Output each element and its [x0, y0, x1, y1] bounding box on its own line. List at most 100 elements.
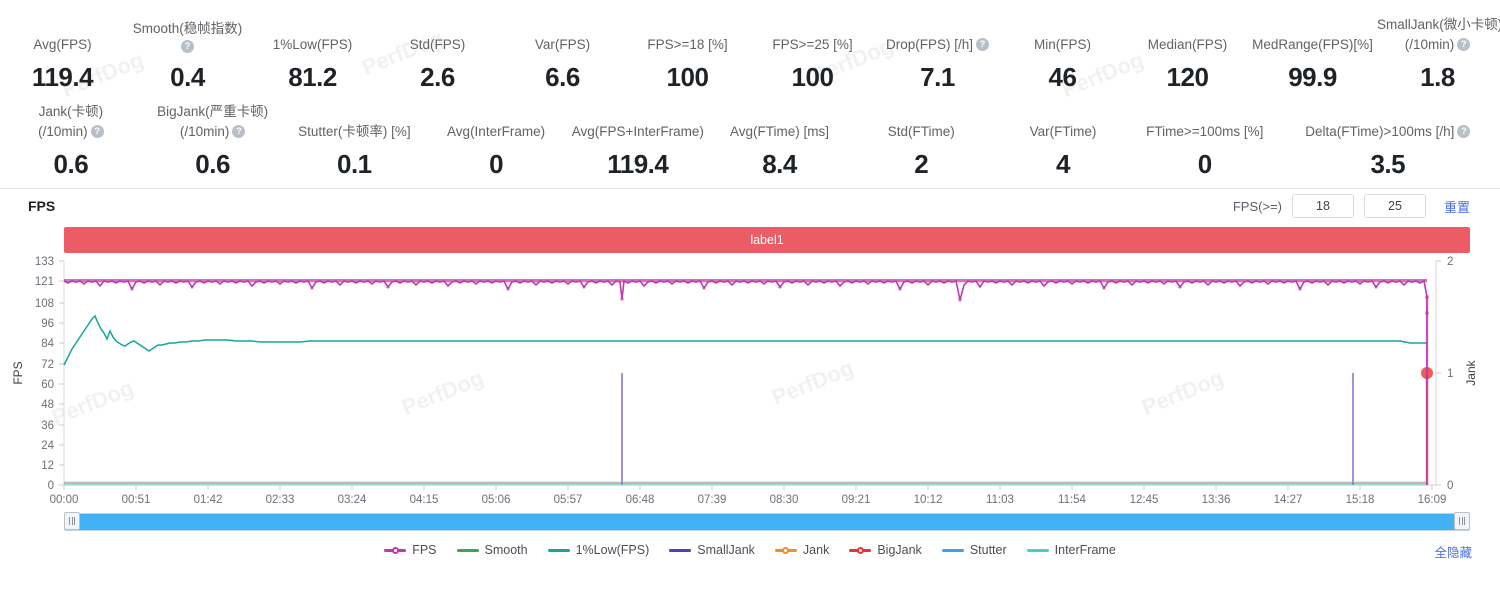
metric-label: SmallJank(微小卡顿) (/10min)? [1377, 16, 1500, 53]
metric-label: MedRange(FPS)[%] [1252, 36, 1373, 53]
svg-text:07:39: 07:39 [698, 494, 727, 506]
svg-text:133: 133 [35, 256, 54, 268]
metric-label: Jank(卡顿) (/10min)? [2, 103, 140, 140]
metric-label: Delta(FTime)>100ms [/h]? [1278, 123, 1498, 140]
svg-text:08:30: 08:30 [770, 494, 799, 506]
legend-item-bigjank[interactable]: BigJank [849, 543, 922, 557]
metric-label: BigJank(严重卡顿) (/10min)? [144, 103, 282, 140]
metric-ftime-ge-100ms: FTime>=100ms [%] 0 [1134, 123, 1276, 184]
series-smalljank [621, 297, 1429, 485]
metric-value: 6.6 [545, 62, 580, 92]
fps-chart-svg[interactable]: 133 121 108 96 84 72 60 48 36 24 12 0 FP… [0, 253, 1500, 511]
svg-text:04:15: 04:15 [410, 494, 439, 506]
legend-swatch-icon [1026, 545, 1049, 556]
metric-value: 0 [1197, 149, 1212, 179]
metric-label-text: 1%Low(FPS) [272, 37, 353, 52]
help-icon[interactable]: ? [90, 125, 104, 138]
metric-value: 2.6 [420, 62, 455, 92]
legend-swatch-icon [774, 545, 797, 556]
y-axis-right-title: Jank [1464, 359, 1478, 385]
metric-avg-ftime: Avg(FTime) [ms] 8.4 [709, 123, 851, 184]
metric-value: 100 [791, 62, 834, 92]
metric-label-text: Var(FPS) [534, 37, 591, 52]
legend-label: InterFrame [1054, 543, 1116, 557]
legend-item-1pct-low-fps[interactable]: 1%Low(FPS) [547, 543, 650, 557]
help-icon[interactable]: ? [1457, 125, 1471, 138]
svg-text:72: 72 [41, 359, 54, 371]
metric-label-text: Avg(FPS) [33, 37, 92, 52]
metric-label: Avg(FPS+InterFrame) [569, 123, 707, 140]
svg-text:0: 0 [48, 480, 54, 492]
metric-stutter: Stutter(卡顿率) [%] 0.1 [283, 123, 425, 184]
metric-label-sub: (/10min) [38, 124, 88, 139]
metric-label: Median(FPS) [1127, 36, 1248, 53]
svg-text:1: 1 [1447, 368, 1453, 380]
svg-text:09:21: 09:21 [842, 494, 871, 506]
metric-label-sub: (/10min) [1404, 37, 1455, 52]
metric-value: 0.1 [337, 149, 372, 179]
legend-label: FPS [412, 543, 437, 557]
svg-text:03:24: 03:24 [338, 494, 367, 506]
help-icon[interactable]: ? [1457, 38, 1471, 51]
svg-text:00:51: 00:51 [122, 494, 151, 506]
svg-text:0: 0 [1447, 480, 1453, 492]
slider-handle-left-icon[interactable] [64, 512, 80, 530]
y-axis-right-ticks: 2 1 0 [1436, 256, 1453, 492]
metric-label: Smooth(稳帧指数)? [127, 20, 248, 53]
fps-threshold-2-input[interactable] [1363, 194, 1426, 218]
label-band-container: label1 [0, 223, 1500, 253]
reset-button[interactable]: 重置 [1444, 197, 1470, 216]
slider-track[interactable] [64, 513, 1470, 531]
perfdog-fps-report: PerfDog PerfDog PerfDog PerfDog PerfDog … [0, 0, 1500, 605]
legend-item-stutter[interactable]: Stutter [941, 543, 1007, 557]
metric-label-text: Jank(卡顿) [38, 104, 104, 119]
metric-value: 8.4 [762, 149, 797, 179]
metric-label: Std(FPS) [377, 36, 498, 53]
fps-threshold-1-input[interactable] [1291, 194, 1354, 218]
svg-text:12:45: 12:45 [1130, 494, 1159, 506]
legend-swatch-icon [547, 545, 570, 556]
series-fps-markers [64, 279, 1427, 283]
metric-label: Min(FPS) [1002, 36, 1123, 53]
legend-label: 1%Low(FPS) [575, 543, 650, 557]
metric-1pct-low-fps: 1%Low(FPS) 81.2 [250, 36, 375, 97]
metric-label: Var(FPS) [502, 36, 623, 53]
metric-value: 0 [489, 149, 504, 179]
metric-median-fps: Median(FPS) 120 [1125, 36, 1250, 97]
y-axis-left-title: FPS [11, 361, 25, 384]
metric-avg-interframe: Avg(InterFrame) 0 [425, 123, 567, 184]
svg-text:02:33: 02:33 [266, 494, 295, 506]
metric-label-text: Avg(InterFrame) [447, 124, 546, 139]
svg-text:00:00: 00:00 [50, 494, 79, 506]
legend-item-fps[interactable]: FPS [384, 543, 437, 557]
chart-legend: FPS Smooth 1%Low(FPS) SmallJank Jank Big… [0, 537, 1500, 563]
scene-label-band[interactable]: label1 [64, 227, 1470, 253]
metric-label-text: BigJank(严重卡顿) [157, 104, 269, 119]
svg-text:24: 24 [41, 440, 54, 452]
timeline-range-slider[interactable] [64, 512, 1470, 531]
legend-item-interframe[interactable]: InterFrame [1026, 543, 1116, 557]
help-icon[interactable]: ? [181, 40, 194, 53]
help-icon[interactable]: ? [976, 38, 990, 51]
help-icon[interactable]: ? [232, 125, 246, 138]
series-fps-dip-markers [130, 285, 1429, 315]
series-fps [63, 279, 1428, 485]
legend-item-smooth[interactable]: Smooth [456, 543, 528, 557]
legend-label: Jank [802, 543, 830, 557]
series-1pct-low-fps [63, 314, 1427, 366]
legend-item-jank[interactable]: Jank [774, 543, 830, 557]
metric-smooth: Smooth(稳帧指数)? 0.4 [125, 20, 250, 97]
metric-avg-fps: Avg(FPS) 119.4 [0, 36, 125, 97]
chart-plot-area[interactable]: 133 121 108 96 84 72 60 48 36 24 12 0 FP… [0, 253, 1500, 511]
svg-text:14:27: 14:27 [1274, 494, 1303, 506]
metrics-panel: Avg(FPS) 119.4 Smooth(稳帧指数)? 0.4 1%Low(F… [0, 0, 1500, 188]
metric-label-text: Avg(FPS+InterFrame) [571, 124, 704, 139]
svg-text:12: 12 [41, 460, 54, 472]
metric-label: Avg(InterFrame) [427, 123, 565, 140]
slider-handle-right-icon[interactable] [1454, 512, 1470, 530]
series-baselines [64, 481, 1427, 486]
legend-item-smalljank[interactable]: SmallJank [669, 543, 755, 557]
hide-all-button[interactable]: 全隐藏 [1434, 542, 1472, 561]
metric-value: 0.4 [170, 62, 205, 92]
metric-value: 3.5 [1370, 149, 1406, 179]
